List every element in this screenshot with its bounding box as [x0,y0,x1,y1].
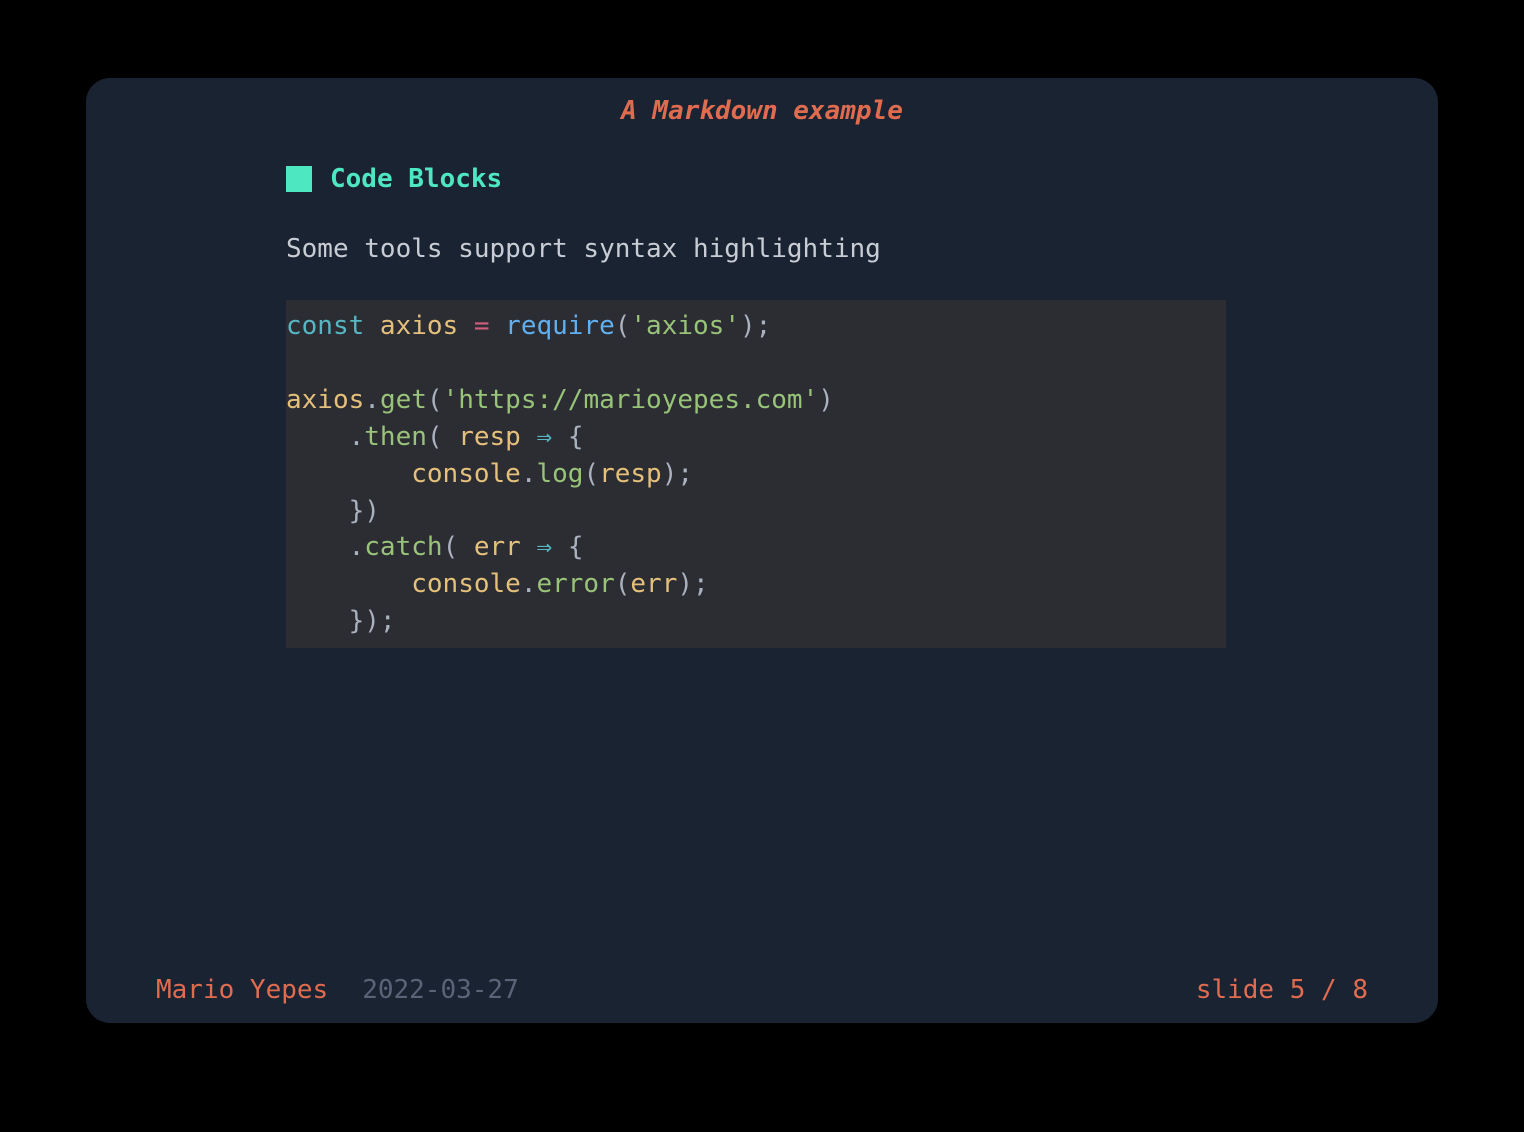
footer-left: Mario Yepes 2022-03-27 [156,975,519,1005]
code-indent [286,569,411,599]
code-indent [286,422,349,452]
code-method: error [536,569,614,599]
code-method: log [536,459,583,489]
slide-counter: slide 5 / 8 [1196,975,1368,1005]
code-punct: ( [583,459,599,489]
code-punct: . [364,385,380,415]
code-line-7: .catch( err ⇒ { [286,529,1226,566]
code-indent [286,459,411,489]
code-keyword: const [286,311,364,341]
code-punct: . [349,422,365,452]
code-punct: ); [740,311,771,341]
code-punct: ( [427,385,443,415]
slide-footer: Mario Yepes 2022-03-27 slide 5 / 8 [156,975,1368,1005]
code-object: console [411,459,521,489]
code-punct: ( [427,422,458,452]
section-marker-icon [286,166,312,192]
code-method: then [364,422,427,452]
code-punct: ( [615,311,631,341]
code-block: const axios = require('axios'); axios.ge… [286,300,1226,648]
code-punct: ) [818,385,834,415]
code-punct: { [568,422,584,452]
code-line-5: console.log(resp); [286,456,1226,493]
code-method: get [380,385,427,415]
code-punct: ( [615,569,631,599]
code-punct: . [349,532,365,562]
code-punct: ); [662,459,693,489]
code-param: err [630,569,677,599]
code-indent [286,532,349,562]
section-heading: Code Blocks [330,164,502,194]
code-punct: . [521,569,537,599]
code-operator: = [474,311,490,341]
code-punct: }); [349,606,396,636]
code-punct: }) [349,496,380,526]
code-method: catch [364,532,442,562]
code-line-1: const axios = require('axios'); [286,308,1226,345]
section-header: Code Blocks [286,164,1368,194]
code-punct: . [521,459,537,489]
code-param: err [474,532,521,562]
code-param: resp [458,422,521,452]
slide-container: A Markdown example Code Blocks Some tool… [86,78,1438,1023]
author-name: Mario Yepes [156,975,328,1005]
code-line-4: .then( resp ⇒ { [286,419,1226,456]
code-string: 'https://marioyepes.com' [443,385,819,415]
slide-date: 2022-03-27 [362,975,519,1005]
code-arrow: ⇒ [521,532,568,562]
code-line-6: }) [286,493,1226,530]
code-string: 'axios' [630,311,740,341]
code-punct: { [568,532,584,562]
code-punct: ); [677,569,708,599]
code-param: resp [599,459,662,489]
body-text: Some tools support syntax highlighting [286,234,1368,264]
slide-title: A Markdown example [156,96,1368,126]
code-object: axios [286,385,364,415]
code-object: console [411,569,521,599]
code-function: require [490,311,615,341]
code-indent [286,496,349,526]
code-line-blank [286,345,1226,382]
code-arrow: ⇒ [521,422,568,452]
code-punct: ( [443,532,474,562]
code-variable: axios [364,311,474,341]
code-indent [286,606,349,636]
code-line-8: console.error(err); [286,566,1226,603]
code-line-9: }); [286,603,1226,640]
code-line-3: axios.get('https://marioyepes.com') [286,382,1226,419]
